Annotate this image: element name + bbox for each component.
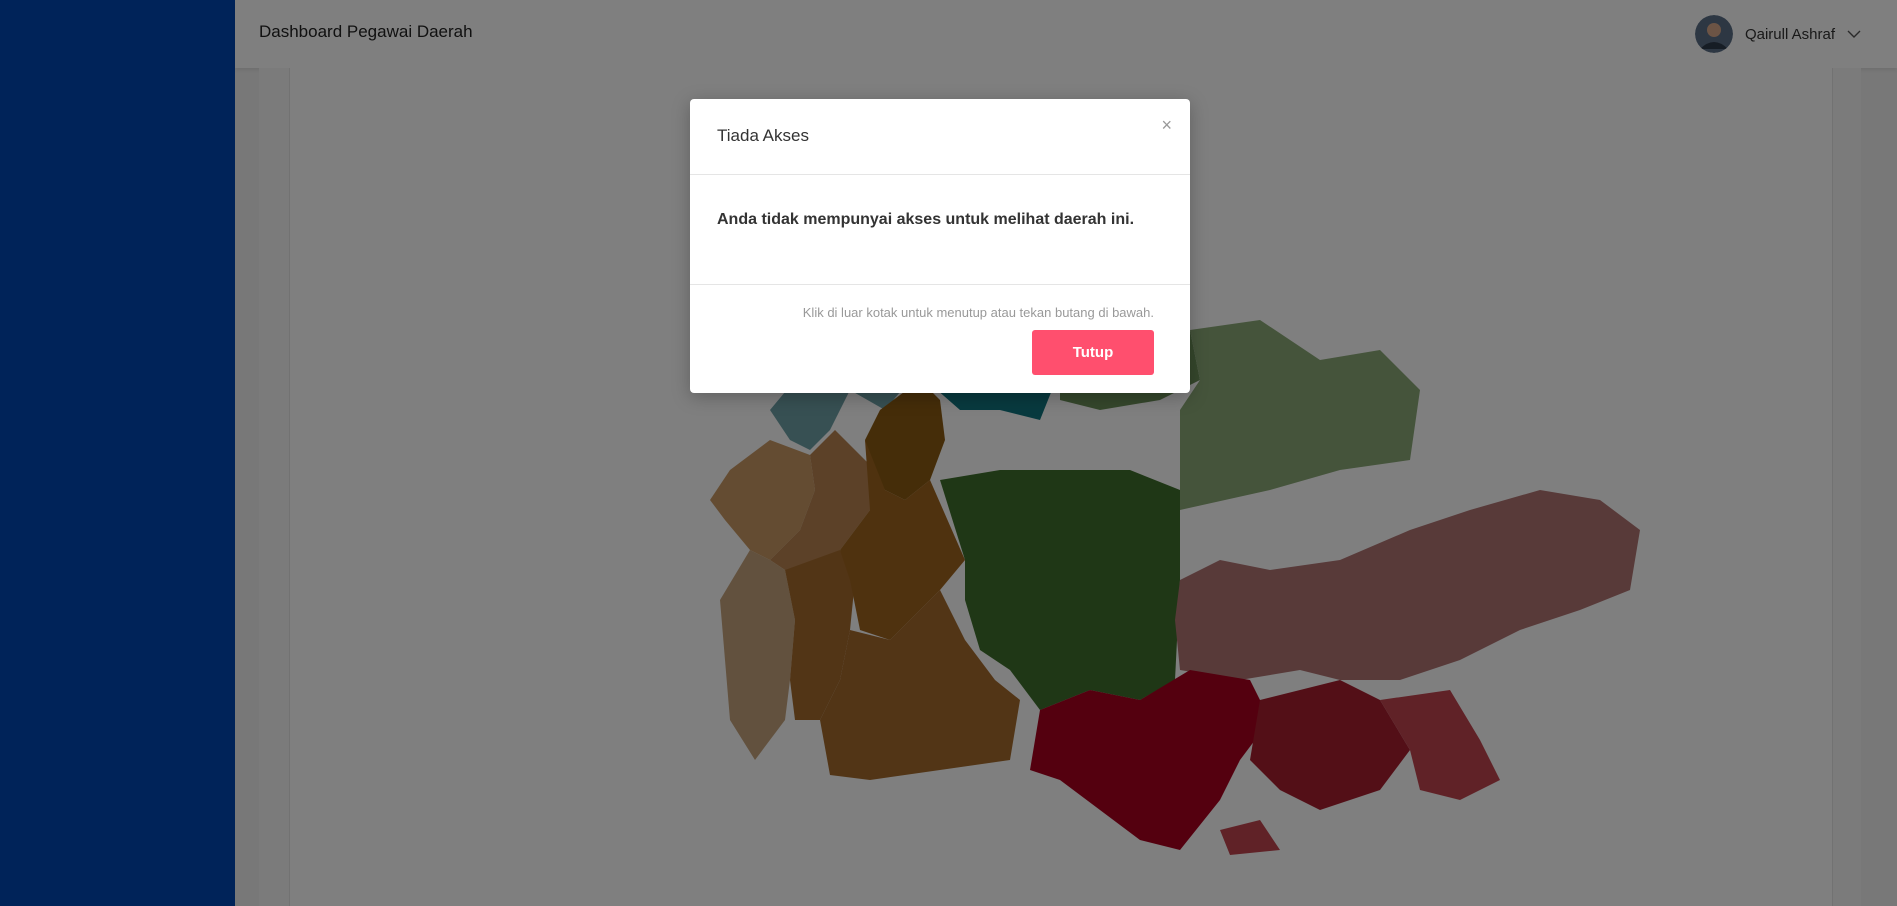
close-button[interactable]: Tutup [1032, 330, 1154, 375]
modal-hint: Klik di luar kotak untuk menutup atau te… [802, 305, 1154, 320]
modal-title: Tiada Akses [717, 126, 809, 145]
close-icon[interactable]: × [1161, 115, 1172, 136]
modal-body: Anda tidak mempunyai akses untuk melihat… [690, 175, 1190, 285]
modal-header: Tiada Akses × [690, 99, 1190, 175]
modal-footer: Klik di luar kotak untuk menutup atau te… [690, 285, 1190, 393]
access-denied-modal: Tiada Akses × Anda tidak mempunyai akses… [690, 99, 1190, 393]
modal-message: Anda tidak mempunyai akses untuk melihat… [717, 211, 1135, 228]
